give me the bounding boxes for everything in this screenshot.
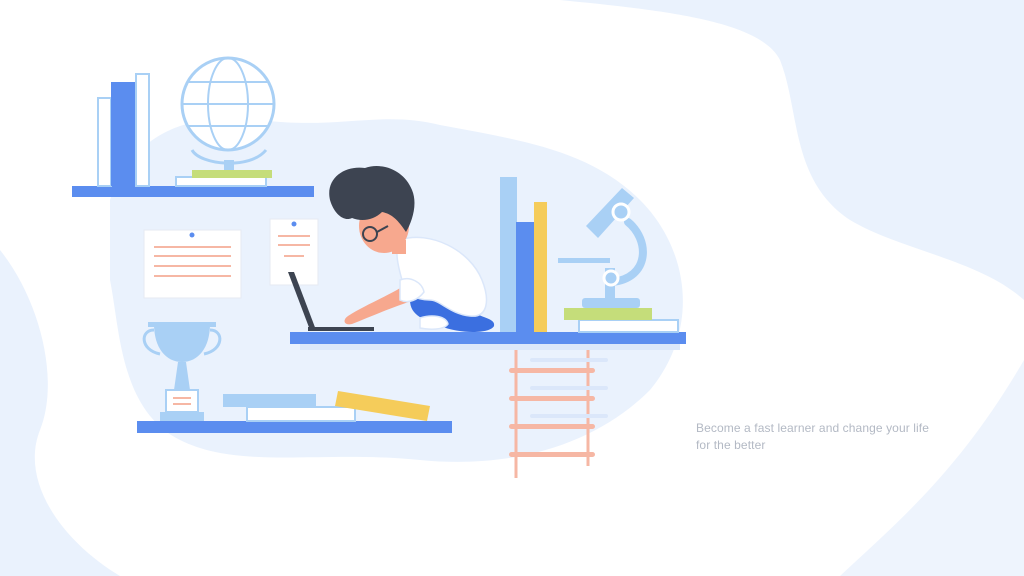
illustration-stage: Become a fast learner and change your li… (0, 0, 1024, 576)
boy-feet (419, 315, 449, 330)
note-icon (143, 229, 242, 299)
study-scene-illustration (0, 0, 1024, 576)
background-blob-left (0, 250, 120, 576)
book-blue-medium (516, 222, 534, 332)
book-blue-tall (111, 82, 136, 186)
book-outline-left (97, 97, 112, 187)
boy-neck (392, 240, 406, 254)
shelf-board-top (72, 186, 314, 197)
book-outline-right (135, 73, 150, 187)
shelf-board-middle (290, 332, 686, 344)
shelf-board-bottom (137, 421, 452, 433)
tagline-text: Become a fast learner and change your li… (696, 421, 930, 452)
background-blob-right-low (840, 360, 1024, 576)
book-light-blue-tall (500, 177, 517, 332)
shelf-shadow (300, 344, 680, 350)
book-yellow (534, 202, 547, 332)
